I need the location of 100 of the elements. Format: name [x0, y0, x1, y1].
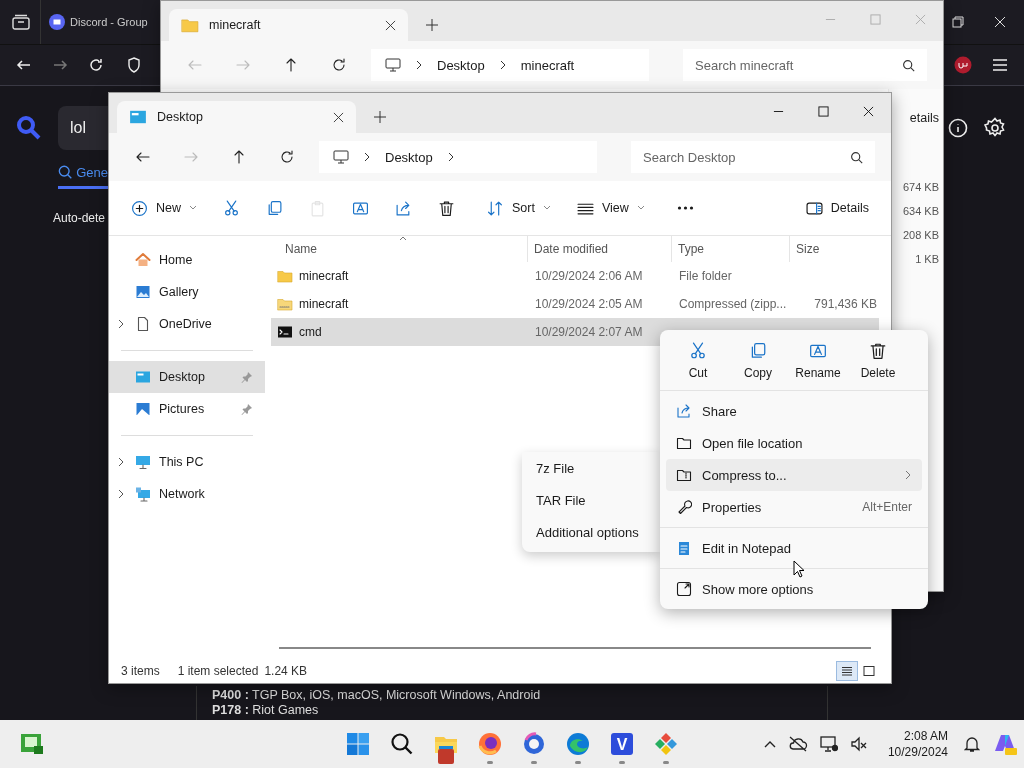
picture-icon [135, 401, 151, 417]
column-header[interactable]: Size [789, 236, 879, 262]
submenu-item[interactable]: 7z File [522, 452, 660, 484]
maximize-icon[interactable] [818, 106, 829, 117]
sort-icon [487, 199, 504, 217]
sidebar-item[interactable]: Network [109, 478, 265, 510]
details-view-button[interactable] [837, 662, 857, 680]
column-header[interactable]: Name [271, 236, 527, 262]
menu-item[interactable]: Show more options [666, 573, 922, 605]
search-field[interactable]: Search minecraft [683, 49, 927, 81]
menu-icon[interactable] [992, 58, 1008, 72]
shield-icon[interactable] [128, 57, 140, 73]
scissors-icon [689, 342, 707, 360]
search-icon [58, 164, 73, 180]
search-field[interactable]: lol [58, 106, 108, 150]
desktop-icon [135, 369, 151, 385]
sort-button[interactable]: Sort [477, 191, 561, 225]
shortcut-label: Alt+Enter [862, 500, 912, 514]
settings-icon[interactable] [984, 117, 1006, 139]
breadcrumb[interactable]: minecraft [520, 57, 575, 73]
search-icon [16, 115, 42, 141]
file-name: minecraft [299, 297, 349, 311]
breadcrumb[interactable]: Desktop [437, 57, 485, 73]
swirl-app-icon [521, 731, 547, 757]
restore-icon[interactable] [952, 16, 964, 28]
breadcrumb[interactable]: Desktop [385, 149, 433, 165]
type-cell-text: Compressed (zipp... [678, 297, 788, 311]
chevron-right-icon [446, 152, 455, 162]
sidebar-item[interactable]: Gallery [109, 276, 265, 308]
new-tab-icon[interactable] [426, 19, 438, 31]
tab-overview-icon[interactable] [12, 14, 30, 30]
window-tab[interactable]: Desktop [117, 101, 356, 133]
monitor-icon[interactable] [819, 736, 838, 752]
clock[interactable]: 2:08 AM 10/29/2024 [887, 728, 948, 760]
widget-icon[interactable] [20, 733, 44, 755]
details-button[interactable]: Details [795, 191, 879, 225]
menu-item[interactable]: Share [666, 395, 922, 427]
desktop-icon [129, 108, 147, 126]
list-view-icon [841, 665, 853, 677]
menu-item[interactable]: Compress to... [666, 459, 922, 491]
info-icon[interactable] [948, 118, 968, 138]
size-cell-text: 791,436 KB [813, 297, 878, 311]
address-bar[interactable]: Desktop [319, 141, 597, 173]
copy-icon [266, 199, 283, 217]
search-field[interactable]: Search Desktop [631, 141, 875, 173]
rename-icon [809, 342, 827, 360]
speaker-muted-icon[interactable] [849, 736, 868, 752]
details-button[interactable]: etails [909, 111, 939, 125]
menu-item[interactable]: Open file location [666, 427, 922, 459]
sidebar-item[interactable]: OneDrive [109, 308, 265, 340]
v-taskbar-button[interactable]: V [603, 722, 641, 766]
menu-item[interactable]: Edit in Notepad [666, 532, 922, 564]
sidebar-item[interactable]: Pictures [109, 393, 265, 425]
view-button[interactable]: View [566, 191, 655, 225]
search-icon [389, 731, 415, 757]
size-cell: 634 KB [902, 205, 939, 217]
date-cell-text: 10/29/2024 2:05 AM [534, 297, 644, 311]
menu-item[interactable]: Properties Alt+Enter [666, 491, 922, 523]
chat-logo-icon [49, 14, 65, 30]
monitor-icon [135, 454, 151, 470]
tile-view-icon [863, 665, 875, 677]
notepad-icon [676, 540, 692, 556]
column-header[interactable]: Date modified [527, 236, 671, 262]
home-icon [135, 252, 151, 268]
size-cell: 208 KB [902, 229, 939, 241]
close-icon[interactable] [333, 111, 344, 123]
column-header[interactable]: Type [671, 236, 789, 262]
close-icon[interactable] [385, 19, 396, 31]
file-row[interactable]: minecraft 10/29/2024 2:06 AM File folder [271, 262, 879, 290]
file-row[interactable]: minecraft 10/29/2024 2:05 AM Compressed (zipp... 791,436 KB [271, 290, 879, 318]
chevron-right-icon[interactable] [117, 319, 125, 329]
share-icon [395, 199, 412, 217]
zip-folder-icon [277, 296, 293, 312]
bell-icon[interactable] [964, 735, 980, 753]
sidebar-item[interactable]: Desktop [109, 361, 265, 393]
browser-tab[interactable]: Discord - Group [40, 0, 148, 44]
share-icon [676, 403, 692, 419]
refresh-icon [331, 57, 347, 73]
chevron-right-icon[interactable] [117, 457, 125, 467]
more-icon [676, 206, 694, 210]
new-tab-icon[interactable] [374, 111, 386, 123]
new-button[interactable]: New [121, 191, 207, 225]
chevron-down-icon [542, 205, 551, 211]
submenu-item[interactable]: TAR File [522, 484, 660, 516]
sidebar-item[interactable]: Home [109, 244, 265, 276]
chevron-up-icon[interactable] [763, 740, 776, 748]
mouse-pointer-icon [793, 560, 805, 578]
refresh-icon [279, 149, 295, 165]
address-bar[interactable]: Desktop minecraft [371, 49, 649, 81]
submenu-item[interactable]: Additional options [522, 516, 660, 548]
close-icon[interactable] [863, 106, 874, 117]
reload-icon[interactable] [88, 57, 104, 73]
chevron-right-icon[interactable] [117, 489, 125, 499]
shield-badge-icon[interactable] [954, 56, 972, 74]
pin-icon[interactable] [241, 403, 253, 415]
chevron-right-icon [904, 470, 912, 480]
window-tab[interactable]: minecraft [169, 9, 408, 41]
cloud-off-icon[interactable] [787, 736, 808, 752]
sidebar-item[interactable]: This PC [109, 446, 265, 478]
trash-icon [438, 199, 455, 217]
